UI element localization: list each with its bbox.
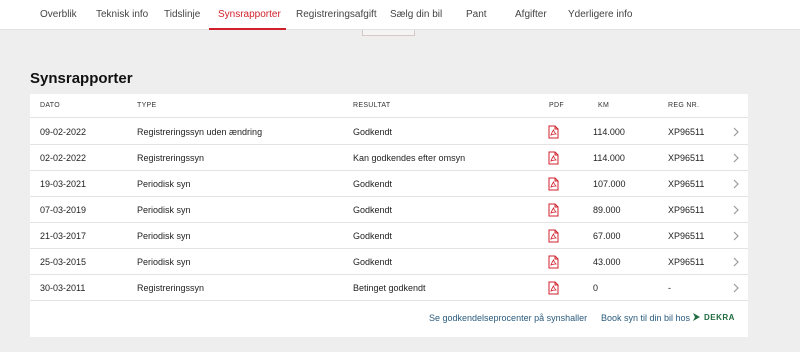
cell-resultat: Betinget godkendt	[353, 283, 426, 293]
top-navigation: Overblik Teknisk info Tidslinje Synsrapp…	[0, 0, 800, 30]
cell-reg-nr: -	[668, 283, 671, 293]
table-row[interactable]: 09-02-2022 Registreringssyn uden ændring G…	[30, 119, 748, 145]
approval-rates-link[interactable]: Se godkendelseprocenter på synshaller	[429, 313, 587, 323]
collapsed-panel-edge	[362, 30, 415, 36]
cell-type: Periodisk syn	[137, 257, 191, 267]
chevron-right-icon[interactable]	[732, 282, 740, 294]
inspection-reports-table: DATO TYPE RESULTAT PDF KM REG NR. 09-02-…	[30, 94, 748, 337]
chevron-right-icon[interactable]	[732, 230, 740, 242]
chevron-right-icon[interactable]	[732, 152, 740, 164]
cell-type: Periodisk syn	[137, 205, 191, 215]
cell-km: 0	[593, 283, 599, 293]
cell-km: 67.000	[593, 231, 621, 241]
cell-reg-nr: XP96511	[668, 127, 705, 137]
cell-reg-nr: XP96511	[668, 153, 705, 163]
cell-resultat: Kan godkendes efter omsyn	[353, 153, 466, 163]
active-tab-indicator	[209, 28, 286, 30]
dekra-logo[interactable]: DEKRA	[692, 312, 735, 322]
cell-dato: 07-03-2019	[40, 205, 87, 215]
cell-km: 107.000	[593, 179, 626, 189]
cell-km: 114.000	[593, 127, 625, 137]
tab-overblik[interactable]: Overblik	[40, 9, 77, 20]
table-row[interactable]: 30-03-2011 Registreringssyn Betinget godke…	[30, 275, 748, 301]
cell-type: Periodisk syn	[137, 231, 191, 241]
pdf-file-icon[interactable]	[546, 255, 560, 269]
book-inspection-link[interactable]: Book syn til din bil hos	[601, 313, 690, 323]
cell-reg-nr: XP96511	[668, 231, 705, 241]
header-resultat: RESULTAT	[353, 102, 391, 109]
dekra-logo-icon	[693, 313, 700, 321]
dekra-text: DEKRA	[704, 312, 735, 322]
chevron-right-icon[interactable]	[732, 256, 740, 268]
table-row[interactable]: 25-03-2015 Periodisk syn Godkendt 43.000 XP9…	[30, 249, 748, 275]
tab-tidslinje[interactable]: Tidslinje	[164, 9, 200, 20]
cell-type: Registreringssyn uden ændring	[137, 127, 263, 137]
pdf-file-icon[interactable]	[546, 177, 560, 191]
pdf-file-icon[interactable]	[546, 229, 560, 243]
tab-saelg-din-bil[interactable]: Sælg din bil	[390, 9, 442, 20]
cell-dato: 25-03-2015	[40, 257, 87, 267]
chevron-right-icon[interactable]	[732, 178, 740, 190]
cell-km: 43.000	[593, 257, 621, 267]
cell-dato: 21-03-2017	[40, 231, 87, 241]
tab-teknisk-info[interactable]: Teknisk info	[96, 9, 148, 20]
cell-km: 114.000	[593, 153, 625, 163]
tab-yderligere-info[interactable]: Yderligere info	[568, 9, 632, 20]
table-row[interactable]: 21-03-2017 Periodisk syn Godkendt 67.000 XP9…	[30, 223, 748, 249]
cell-resultat: Godkendt	[353, 127, 393, 137]
cell-dato: 02-02-2022	[40, 153, 87, 163]
pdf-file-icon[interactable]	[546, 125, 560, 139]
section-title: Synsrapporter	[30, 70, 133, 87]
table-row[interactable]: 07-03-2019 Periodisk syn Godkendt 89.000 XP9…	[30, 197, 748, 223]
header-dato: DATO	[40, 102, 60, 109]
cell-resultat: Godkendt	[353, 257, 393, 267]
tab-registreringsafgift[interactable]: Registreringsafgift	[296, 9, 377, 20]
cell-dato: 30-03-2011	[40, 283, 86, 293]
cell-type: Periodisk syn	[137, 179, 191, 189]
cell-dato: 09-02-2022	[40, 127, 87, 137]
table-row[interactable]: 02-02-2022 Registreringssyn Kan godkendes …	[30, 145, 748, 171]
cell-resultat: Godkendt	[353, 205, 393, 215]
cell-reg-nr: XP96511	[668, 257, 705, 267]
chevron-right-icon[interactable]	[732, 126, 740, 138]
table-header: DATO TYPE RESULTAT PDF KM REG NR.	[30, 94, 748, 118]
pdf-file-icon[interactable]	[546, 281, 560, 295]
cell-resultat: Godkendt	[353, 231, 393, 241]
cell-type: Registreringssyn	[137, 153, 205, 163]
cell-km: 89.000	[593, 205, 621, 215]
cell-dato: 19-03-2021	[40, 179, 87, 189]
chevron-right-icon[interactable]	[732, 204, 740, 216]
cell-reg-nr: XP96511	[668, 205, 705, 215]
table-row[interactable]: 19-03-2021 Periodisk syn Godkendt 107.000 XP…	[30, 171, 748, 197]
cell-type: Registreringssyn	[137, 283, 205, 293]
cell-reg-nr: XP96511	[668, 179, 705, 189]
header-pdf: PDF	[549, 102, 564, 109]
tab-afgifter[interactable]: Afgifter	[515, 9, 547, 20]
header-type: TYPE	[137, 102, 157, 109]
pdf-file-icon[interactable]	[546, 151, 560, 165]
cell-resultat: Godkendt	[353, 179, 393, 189]
tab-pant[interactable]: Pant	[466, 9, 487, 20]
tab-synsrapporter[interactable]: Synsrapporter	[218, 9, 281, 20]
header-km: KM	[598, 102, 610, 109]
header-reg-nr: REG NR.	[668, 102, 700, 109]
pdf-file-icon[interactable]	[546, 203, 560, 217]
